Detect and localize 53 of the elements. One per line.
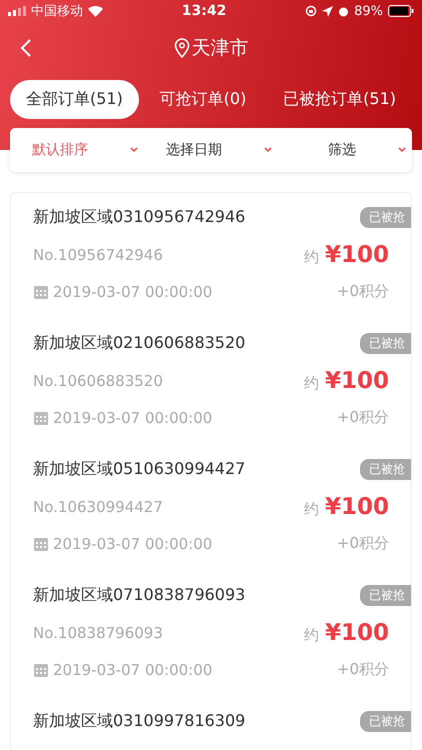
battery-percent: 89%	[354, 4, 383, 18]
location-pin-icon	[174, 38, 190, 58]
order-date: 2019-03-07 00:00:00	[53, 408, 212, 426]
order-number: No.10838796093	[33, 624, 163, 642]
status-tag: 已被抢	[360, 207, 411, 228]
order-title: 新加坡区域0210606883520	[33, 333, 246, 354]
approx-label: 约	[304, 248, 319, 267]
order-number: No.10606883520	[33, 372, 163, 390]
approx-label: 约	[304, 626, 319, 645]
signal-icon	[8, 6, 26, 16]
order-price: ¥100	[324, 368, 389, 394]
order-price: ¥100	[324, 620, 389, 646]
order-number: No.10956742946	[33, 246, 163, 264]
order-title: 新加坡区域0710838796093	[33, 585, 246, 606]
points-label: +0积分	[336, 408, 390, 427]
order-title: 新加坡区域0310956742946	[33, 207, 246, 228]
approx-label: 约	[304, 500, 319, 519]
approx-label: 约	[304, 374, 319, 393]
location-arrow-icon	[322, 6, 334, 16]
calendar-icon	[33, 536, 49, 552]
order-tab[interactable]: 已被抢订单(51)	[267, 80, 412, 119]
points-label: +0积分	[336, 282, 390, 301]
points-label: +0积分	[336, 534, 390, 553]
carrier-name: 中国移动	[31, 3, 83, 20]
order-price: ¥100	[324, 494, 389, 520]
order-title: 新加坡区域0310997816309	[33, 711, 246, 732]
status-tag: 已被抢	[360, 585, 411, 606]
filter-dropdown[interactable]: 默认排序	[10, 128, 144, 172]
order-number: No.10630994427	[33, 498, 163, 516]
calendar-icon	[33, 284, 49, 300]
city-title: 天津市	[192, 36, 248, 61]
wifi-icon	[88, 6, 103, 16]
calendar-icon	[33, 662, 49, 678]
order-title: 新加坡区域0510630994427	[33, 459, 246, 480]
status-time: 13:42	[182, 3, 226, 19]
caret-icon	[130, 147, 138, 153]
order-tab[interactable]: 全部订单(51)	[10, 80, 139, 119]
points-label: +0积分	[336, 660, 390, 679]
status-tag: 已被抢	[360, 459, 411, 480]
filter-dropdown[interactable]: 选择日期	[144, 128, 278, 172]
order-date: 2019-03-07 00:00:00	[53, 660, 212, 678]
rotation-lock-icon	[305, 5, 318, 17]
status-tag: 已被抢	[360, 711, 411, 732]
order-tab[interactable]: 可抢订单(0)	[144, 80, 262, 119]
calendar-icon	[33, 410, 49, 426]
caret-icon	[264, 147, 272, 153]
filter-dropdown[interactable]: 筛选	[278, 128, 412, 172]
battery-icon	[388, 5, 414, 17]
status-tag: 已被抢	[360, 333, 411, 354]
order-date: 2019-03-07 00:00:00	[53, 534, 212, 552]
order-date: 2019-03-07 00:00:00	[53, 282, 212, 300]
order-price: ¥100	[324, 242, 389, 268]
caret-icon	[398, 147, 406, 153]
